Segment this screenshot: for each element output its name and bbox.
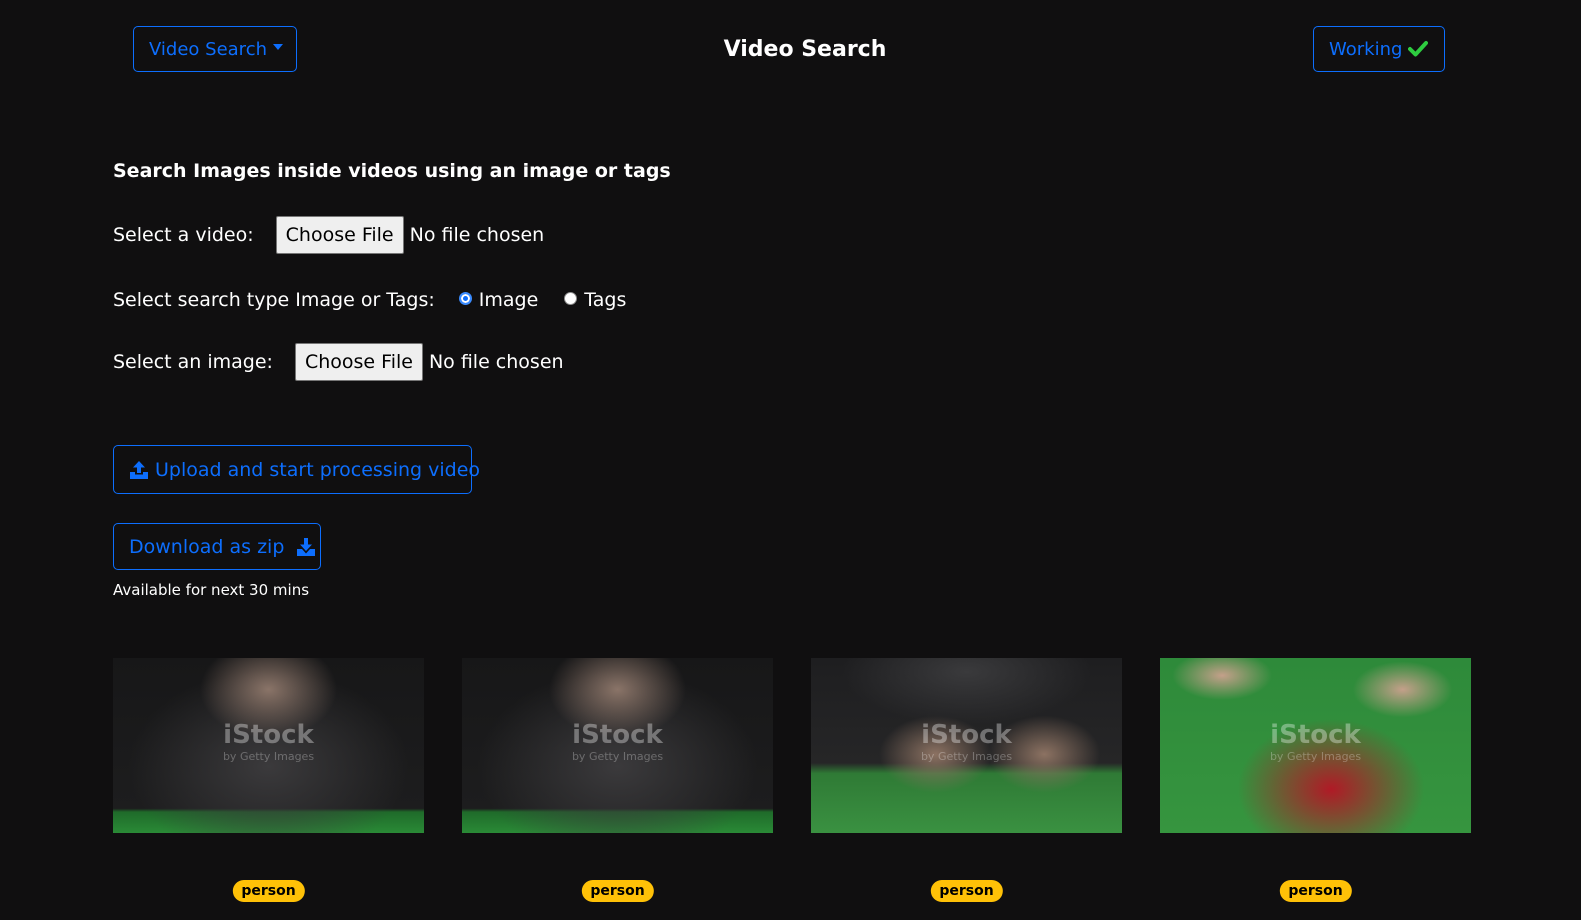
video-choose-file-button[interactable]: Choose File bbox=[275, 216, 404, 254]
watermark-subtext: by Getty Images bbox=[571, 750, 664, 763]
radio-tags-option[interactable]: Tags bbox=[564, 289, 626, 311]
watermark-text: iStock bbox=[1270, 720, 1361, 750]
watermark-text: iStock bbox=[921, 720, 1012, 750]
upload-icon bbox=[129, 460, 149, 480]
search-type-row: Select search type Image or Tags: Image … bbox=[113, 284, 626, 316]
result-thumbnail[interactable]: iStock by Getty Images bbox=[113, 658, 424, 833]
radio-image-option[interactable]: Image bbox=[458, 289, 539, 311]
status-button[interactable]: Working bbox=[1313, 26, 1445, 72]
result-thumbnail[interactable]: iStock by Getty Images bbox=[1160, 658, 1471, 833]
image-label: Select an image: bbox=[113, 351, 273, 373]
download-icon bbox=[296, 537, 316, 557]
video-file-status: No file chosen bbox=[409, 224, 545, 246]
check-icon bbox=[1408, 40, 1429, 58]
image-file-status: No file chosen bbox=[428, 351, 564, 373]
download-label: Download as zip bbox=[129, 535, 285, 558]
tag-badge: person bbox=[1279, 880, 1352, 902]
watermark-text: iStock bbox=[223, 720, 314, 750]
watermark-subtext: by Getty Images bbox=[920, 750, 1013, 763]
radio-image[interactable] bbox=[458, 291, 472, 305]
status-label: Working bbox=[1329, 38, 1403, 60]
video-label: Select a video: bbox=[113, 224, 254, 246]
result-card[interactable]: iStock by Getty Images person bbox=[113, 658, 424, 920]
section-heading: Search Images inside videos using an ima… bbox=[113, 160, 671, 182]
result-card[interactable]: iStock by Getty Images person bbox=[1160, 658, 1471, 920]
radio-tags-label: Tags bbox=[584, 289, 627, 311]
upload-label: Upload and start processing video bbox=[155, 458, 481, 481]
upload-button[interactable]: Upload and start processing video bbox=[113, 445, 480, 494]
download-zip-button[interactable]: Download as zip bbox=[113, 523, 321, 570]
result-card[interactable]: iStock by Getty Images person bbox=[811, 658, 1122, 920]
watermark-subtext: by Getty Images bbox=[1269, 750, 1362, 763]
image-select-row: Select an image: Choose File No file cho… bbox=[113, 343, 564, 381]
result-thumbnail[interactable]: iStock by Getty Images bbox=[811, 658, 1122, 833]
watermark-subtext: by Getty Images bbox=[222, 750, 315, 763]
tag-badge: person bbox=[232, 880, 305, 902]
radio-image-label: Image bbox=[478, 289, 539, 311]
availability-note: Available for next 30 mins bbox=[113, 581, 310, 599]
results-grid: iStock by Getty Images person iStock by … bbox=[113, 658, 1483, 920]
tag-badge: person bbox=[930, 880, 1003, 902]
app-root: Video Search Video Search Working Search… bbox=[0, 0, 1581, 920]
tag-badge: person bbox=[581, 880, 654, 902]
image-choose-file-button[interactable]: Choose File bbox=[294, 343, 423, 381]
result-thumbnail[interactable]: iStock by Getty Images bbox=[462, 658, 773, 833]
result-card[interactable]: iStock by Getty Images person bbox=[462, 658, 773, 920]
search-type-label: Select search type Image or Tags: bbox=[113, 289, 435, 311]
video-select-row: Select a video: Choose File No file chos… bbox=[113, 216, 544, 254]
watermark-text: iStock bbox=[572, 720, 663, 750]
radio-tags[interactable] bbox=[564, 291, 578, 305]
